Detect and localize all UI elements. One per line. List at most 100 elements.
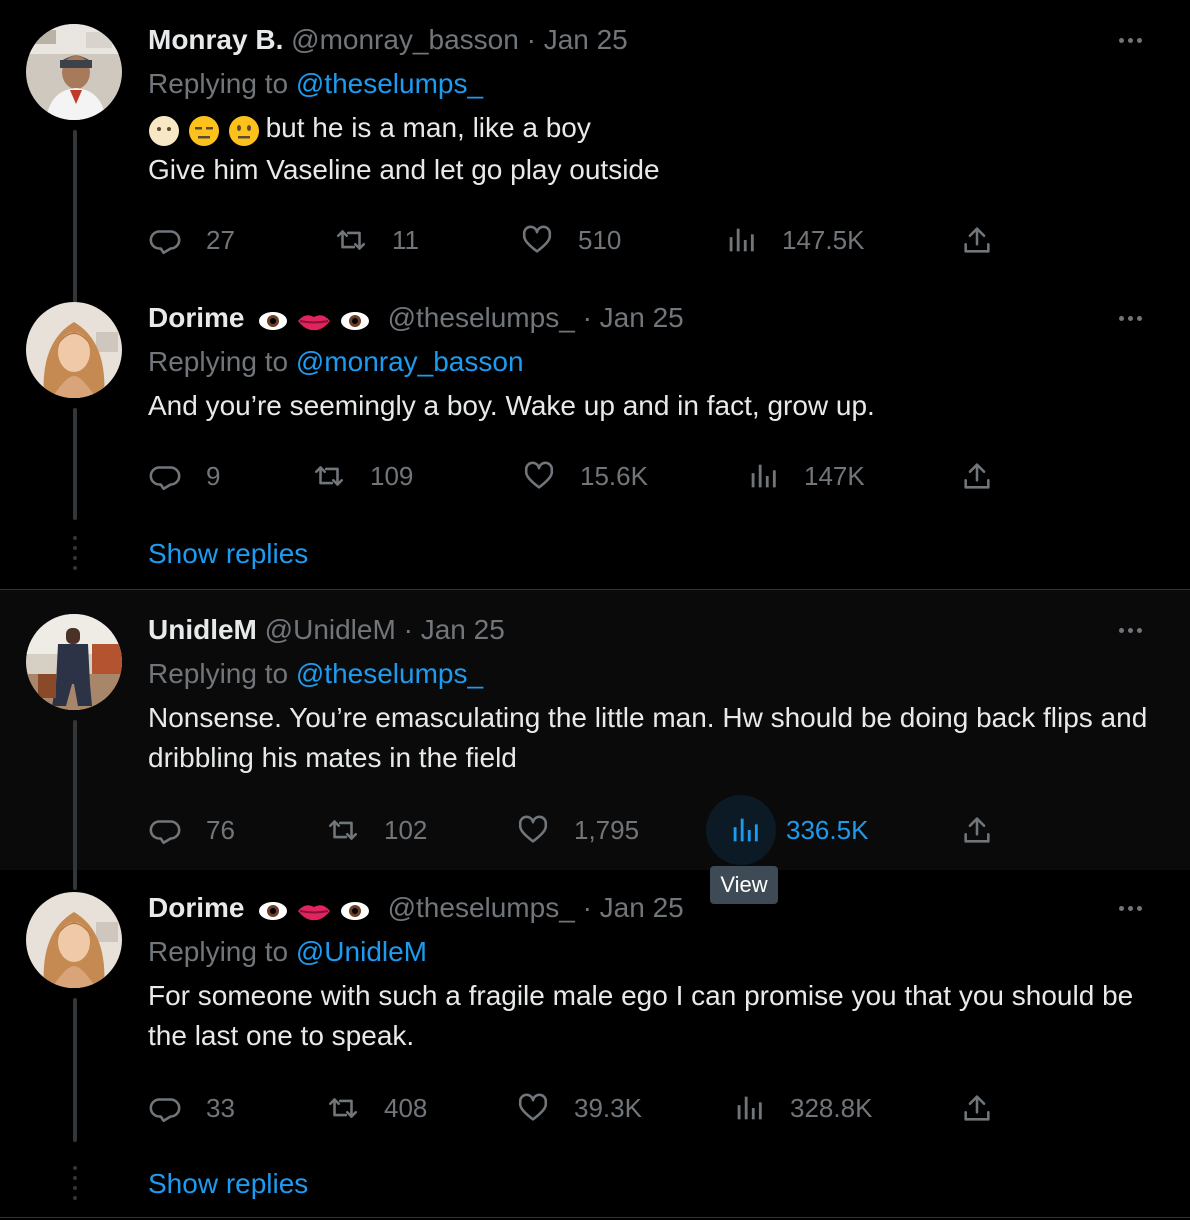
retweet-count: 11: [392, 224, 419, 255]
retweet-icon: [314, 466, 344, 486]
separator-dot: ·: [582, 892, 592, 923]
user-name[interactable]: Monray B.: [148, 24, 283, 55]
views-icon: [751, 464, 776, 488]
conversation-feed: Monray B. @monray_basson · Jan 25 Replyi…: [0, 0, 1190, 1220]
reply-count: 27: [206, 224, 235, 255]
views-button[interactable]: 147K: [746, 456, 865, 496]
replying-to-label: Replying to: [148, 936, 296, 967]
tweet-text: Nonsense. You’re emasculating the little…: [148, 702, 1148, 773]
thread-line: [73, 998, 77, 1142]
views-tooltip: View: [710, 866, 778, 904]
avatar[interactable]: [26, 892, 122, 988]
share-icon: [964, 1095, 990, 1121]
user-name[interactable]: Dorime: [148, 302, 244, 333]
tweet-date[interactable]: Jan 25: [421, 614, 505, 645]
more-icon: [1118, 905, 1124, 911]
thread-line: [73, 720, 77, 890]
tweet-date[interactable]: Jan 25: [600, 302, 684, 333]
tweet-monray[interactable]: Monray B. @monray_basson · Jan 25 Replyi…: [0, 24, 1190, 380]
reply-icon: [149, 820, 181, 845]
retweet-icon: [328, 820, 358, 840]
more-icon: [1118, 37, 1124, 43]
share-icon: [964, 817, 990, 843]
tweet-dorime-2[interactable]: Dorime @theselumps_ · Jan 25 Replying to…: [0, 892, 1190, 1142]
no-mouth-face-emoji-icon: [149, 116, 179, 147]
mention-link[interactable]: @theselumps_: [296, 658, 483, 689]
reply-icon: [149, 466, 181, 491]
views-button[interactable]: 147.5K: [724, 220, 864, 260]
like-button[interactable]: 15.6K: [522, 456, 648, 496]
heart-icon: [518, 1093, 548, 1121]
divider: [0, 1217, 1190, 1218]
user-handle[interactable]: @monray_basson: [291, 24, 519, 55]
like-button[interactable]: 1,795: [516, 810, 639, 850]
views-count: 336.5K: [786, 814, 869, 845]
retweet-button[interactable]: 11: [334, 220, 419, 260]
retweet-button[interactable]: 408: [326, 1088, 427, 1128]
name-emojis: [258, 304, 370, 336]
views-count: 147.5K: [782, 224, 865, 255]
like-button[interactable]: 510: [520, 220, 621, 260]
user-handle[interactable]: @theselumps_: [388, 302, 575, 333]
name-emojis: [258, 894, 370, 926]
replying-to-label: Replying to: [148, 346, 296, 377]
reply-button[interactable]: 76: [148, 810, 235, 850]
tweet-unidlem[interactable]: UnidleM @UnidleM · Jan 25 Replying to @t…: [0, 614, 1190, 890]
retweet-button[interactable]: 109: [312, 456, 413, 496]
share-button[interactable]: [960, 1088, 994, 1128]
reply-count: 9: [206, 460, 221, 491]
views-icon: [737, 1096, 762, 1120]
more-icon: [1118, 315, 1124, 321]
avatar[interactable]: [26, 24, 122, 120]
retweet-count: 109: [370, 460, 414, 491]
reply-count: 76: [206, 814, 235, 845]
share-button[interactable]: [960, 456, 994, 496]
user-handle[interactable]: @theselumps_: [388, 892, 575, 923]
mention-link[interactable]: @theselumps_: [296, 68, 483, 99]
more-options-button[interactable]: [1110, 892, 1150, 924]
more-options-button[interactable]: [1110, 614, 1150, 646]
separator-dot: ·: [582, 302, 592, 333]
mention-link[interactable]: @monray_basson: [296, 346, 524, 377]
share-button[interactable]: [960, 220, 994, 260]
user-name[interactable]: Dorime: [148, 892, 244, 923]
user-handle[interactable]: @UnidleM: [265, 614, 396, 645]
tweet-text: but he is a man, like a boy Give him Vas…: [148, 108, 1148, 190]
thread-continuation-dots: [73, 1166, 77, 1200]
tweet-date[interactable]: Jan 25: [600, 892, 684, 923]
tweet-text-line1: but he is a man, like a boy: [265, 112, 591, 143]
thread-line: [73, 408, 77, 520]
eye-icon: [340, 312, 369, 331]
expressionless-face-emoji-icon: [188, 116, 219, 147]
views-count: 328.8K: [790, 1092, 873, 1123]
replying-to-label: Replying to: [148, 68, 296, 99]
avatar[interactable]: [26, 614, 122, 710]
show-replies-link[interactable]: Show replies: [148, 536, 308, 572]
reply-icon: [149, 230, 181, 255]
reply-button[interactable]: 27: [148, 220, 235, 260]
views-count: 147K: [804, 460, 865, 491]
like-button[interactable]: 39.3K: [516, 1088, 642, 1128]
lips-icon: [298, 315, 331, 331]
avatar[interactable]: [26, 302, 122, 398]
reply-button[interactable]: 9: [148, 456, 220, 496]
like-count: 15.6K: [580, 460, 648, 491]
share-icon: [964, 463, 990, 489]
retweet-button[interactable]: 102: [326, 810, 427, 850]
views-button[interactable]: 328.8K: [732, 1088, 872, 1128]
eye-icon: [259, 902, 288, 921]
more-options-button[interactable]: [1110, 24, 1150, 56]
tweet-text: For someone with such a fragile male ego…: [148, 980, 1134, 1051]
user-name[interactable]: UnidleM: [148, 614, 257, 645]
share-icon: [964, 227, 990, 253]
reply-button[interactable]: 33: [148, 1088, 235, 1128]
views-button[interactable]: 336.5K: [706, 795, 869, 865]
more-options-button[interactable]: [1110, 302, 1150, 334]
like-count: 510: [578, 224, 622, 255]
show-replies-link[interactable]: Show replies: [148, 1166, 308, 1202]
mention-link[interactable]: @UnidleM: [296, 936, 427, 967]
share-button[interactable]: [960, 810, 994, 850]
tweet-actions: 33 408 39.3K 328.8K: [148, 1088, 1018, 1128]
like-count: 39.3K: [574, 1092, 642, 1123]
tweet-date[interactable]: Jan 25: [544, 24, 628, 55]
